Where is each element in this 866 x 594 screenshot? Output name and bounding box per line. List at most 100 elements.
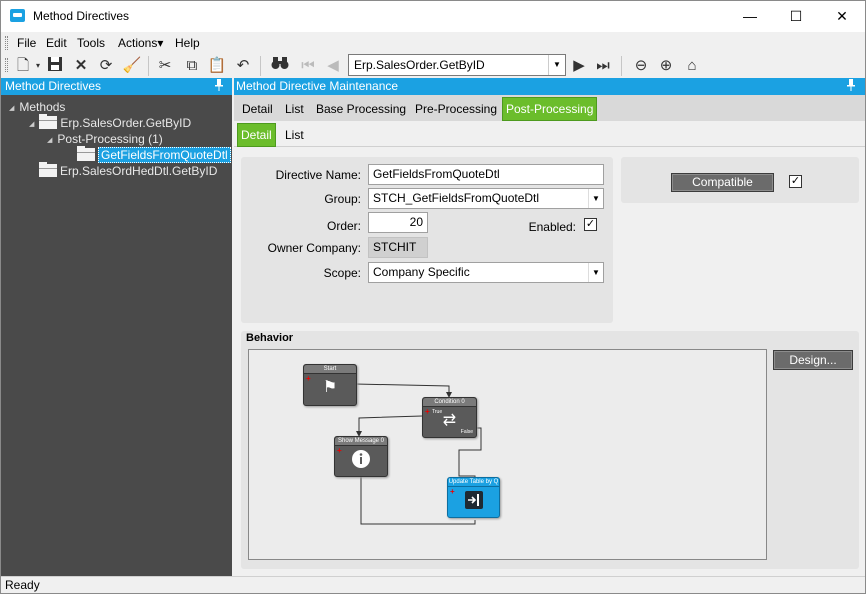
flag-icon: ⚑ xyxy=(322,379,338,396)
previous-record-icon[interactable]: ◀ xyxy=(323,56,343,76)
pin-icon[interactable] xyxy=(214,78,224,95)
tree-item-post-processing[interactable]: ◢ Post-Processing (1) xyxy=(47,131,163,147)
method-selector[interactable]: Erp.SalesOrder.GetByID ▼ xyxy=(348,54,566,76)
paste-icon[interactable]: 📋 xyxy=(207,56,227,76)
last-record-icon[interactable]: ⏭ xyxy=(593,56,613,76)
tree-item-label-selected: GetFieldsFromQuoteDtl xyxy=(98,147,231,163)
expand-triangle-icon[interactable]: ◢ xyxy=(9,101,14,117)
directive-name-label: Directive Name: xyxy=(275,168,361,182)
tree-item-label: Post-Processing (1) xyxy=(57,132,163,146)
menu-tools[interactable]: Tools xyxy=(77,36,105,50)
menu-file[interactable]: File xyxy=(17,36,36,50)
folder-icon xyxy=(39,114,58,129)
group-select[interactable]: STCH_GetFieldsFromQuoteDtl ▼ xyxy=(368,188,604,209)
home-icon[interactable]: ⌂ xyxy=(682,56,702,76)
workflow-node-condition[interactable]: Condition 0 + True False ⇄ xyxy=(422,397,477,438)
copy-icon[interactable]: ⧉ xyxy=(182,56,202,76)
close-button[interactable]: ✕ xyxy=(819,1,865,32)
workflow-node-update-table[interactable]: Update Table by Q + xyxy=(447,477,500,518)
expand-triangle-icon[interactable]: ◢ xyxy=(47,133,52,149)
node-title: Start xyxy=(304,365,356,374)
workflow-node-start[interactable]: Start + ⚑ xyxy=(303,364,357,406)
main-tab-strip: Detail List Base Processing Pre-Processi… xyxy=(234,95,865,121)
expand-triangle-icon[interactable]: ◢ xyxy=(29,117,34,133)
subtab-list[interactable]: List xyxy=(282,126,307,147)
scope-select-value: Company Specific xyxy=(373,265,470,279)
toolbar-separator xyxy=(148,56,149,76)
scope-label: Scope: xyxy=(323,266,361,280)
menu-actions[interactable]: Actions▾ xyxy=(118,36,163,50)
group-select-value: STCH_GetFieldsFromQuoteDtl xyxy=(373,191,540,205)
behavior-label: Behavior xyxy=(246,332,294,344)
title-bar: Method Directives — ☐ ✕ xyxy=(1,1,865,32)
tree-item-salesordheddtl-getbyid[interactable]: Erp.SalesOrdHedDtl.GetByID xyxy=(39,162,218,179)
delete-icon[interactable]: ✕ xyxy=(71,56,91,76)
folder-icon xyxy=(39,162,57,177)
toolbar-separator xyxy=(621,56,622,76)
method-directives-pane: Method Directives ◢ Methods ◢ Erp.SalesOrd… xyxy=(1,78,232,576)
order-input[interactable]: 20 xyxy=(368,212,428,233)
toolbar-grip xyxy=(5,58,8,72)
owner-company-field: STCHIT xyxy=(368,237,428,258)
workflow-node-show-message[interactable]: Show Message 0 + xyxy=(334,436,388,477)
subtab-detail[interactable]: Detail xyxy=(237,123,276,147)
node-title: Update Table by Q xyxy=(448,478,499,487)
maximize-button[interactable]: ☐ xyxy=(773,1,819,32)
status-bar: Ready xyxy=(1,576,865,593)
chevron-down-icon[interactable]: ▼ xyxy=(588,263,603,282)
menu-edit[interactable]: Edit xyxy=(46,36,67,50)
method-selector-value: Erp.SalesOrder.GetByID xyxy=(354,58,485,72)
menu-bar: File Edit Tools Actions▾ Help xyxy=(1,32,865,54)
enabled-checkbox[interactable]: ✓ xyxy=(584,218,597,231)
update-table-icon xyxy=(448,490,499,515)
compatible-button[interactable]: Compatible xyxy=(671,173,774,192)
status-text: Ready xyxy=(5,578,40,592)
save-icon[interactable] xyxy=(45,56,65,76)
binoculars-search-icon[interactable] xyxy=(270,56,290,76)
tab-post-processing[interactable]: Post-Processing xyxy=(502,97,598,121)
first-record-icon[interactable]: ⏮ xyxy=(298,56,318,76)
undo-icon[interactable]: ↶ xyxy=(233,56,253,76)
tree-item-methods[interactable]: ◢ Methods xyxy=(9,99,65,115)
toolbar-separator xyxy=(260,56,261,76)
node-title: Show Message 0 xyxy=(335,437,387,446)
minimize-button[interactable]: — xyxy=(727,1,773,32)
tree-item-label: Methods xyxy=(19,100,66,114)
tab-base-processing[interactable]: Base Processing xyxy=(313,100,409,121)
folder-icon xyxy=(77,146,95,161)
directive-name-input[interactable]: GetFieldsFromQuoteDtl xyxy=(368,164,604,185)
forward-icon[interactable]: ⊕ xyxy=(656,56,676,76)
app-icon xyxy=(10,9,25,22)
node-title: Condition 0 xyxy=(423,398,476,407)
tab-detail[interactable]: Detail xyxy=(239,100,276,121)
menu-grip xyxy=(5,36,8,50)
window-title: Method Directives xyxy=(33,9,130,23)
chevron-down-icon[interactable]: ▼ xyxy=(548,55,565,75)
tree-item-label: Erp.SalesOrdHedDtl.GetByID xyxy=(60,164,218,178)
group-label: Group: xyxy=(324,192,361,206)
tab-pre-processing[interactable]: Pre-Processing xyxy=(412,100,500,121)
enabled-label: Enabled: xyxy=(528,220,576,234)
clear-broom-icon[interactable]: 🧹 xyxy=(122,56,142,76)
compatible-checkbox[interactable]: ✓ xyxy=(789,175,802,188)
tree-item-label: Erp.SalesOrder.GetByID xyxy=(60,116,192,130)
chevron-down-icon[interactable]: ▼ xyxy=(588,189,603,208)
design-button[interactable]: Design... xyxy=(773,350,853,370)
scope-select[interactable]: Company Specific ▼ xyxy=(368,262,604,283)
tree-item-salesorder-getbyid[interactable]: ◢ Erp.SalesOrder.GetByID xyxy=(29,114,192,133)
back-icon[interactable]: ⊖ xyxy=(631,56,651,76)
right-pane-title: Method Directive Maintenance xyxy=(236,79,399,93)
order-label: Order: xyxy=(326,219,361,233)
next-record-icon[interactable]: ▶ xyxy=(569,56,589,76)
tab-list[interactable]: List xyxy=(282,100,307,121)
workflow-diagram-canvas[interactable]: Start + ⚑ Condition 0 + True False ⇄ Sho… xyxy=(248,349,767,560)
menu-help[interactable]: Help xyxy=(175,36,200,50)
app-window: Method Directives — ☐ ✕ File Edit Tools … xyxy=(0,0,866,594)
pin-icon[interactable] xyxy=(846,78,856,95)
info-icon xyxy=(335,449,387,474)
refresh-icon[interactable]: ⟳ xyxy=(96,56,116,76)
right-pane-header: Method Directive Maintenance xyxy=(234,78,865,95)
condition-arrows-icon: ⇄ xyxy=(442,412,457,429)
cut-icon[interactable]: ✂ xyxy=(155,56,175,76)
tree-item-getfieldsfromquotedtl[interactable]: GetFieldsFromQuoteDtl xyxy=(77,146,231,163)
